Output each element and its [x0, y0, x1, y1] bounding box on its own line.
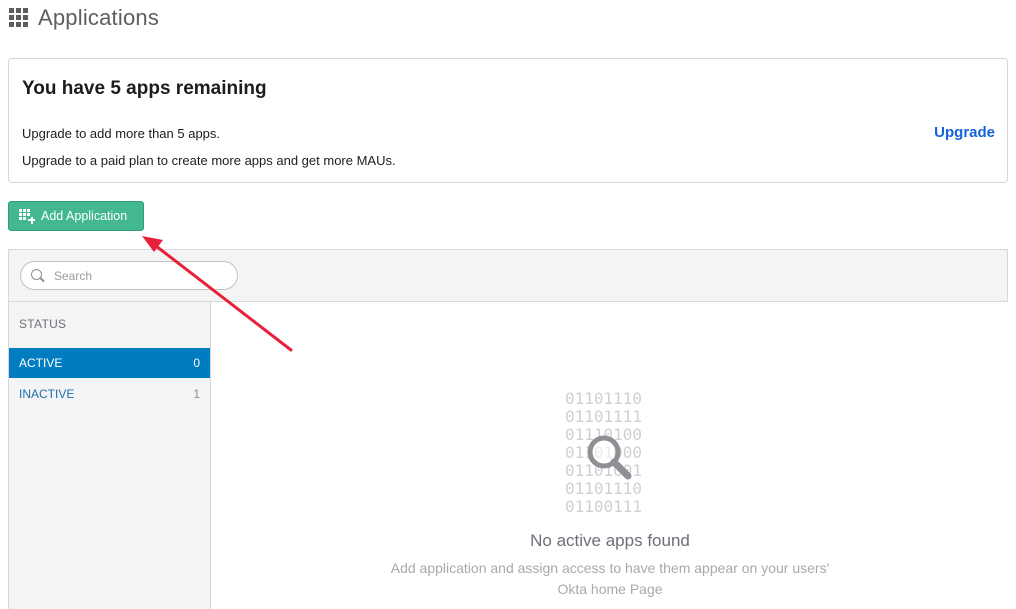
status-item-inactive[interactable]: INACTIVE 1: [9, 379, 210, 409]
search-input[interactable]: [54, 268, 214, 283]
empty-state-title: No active apps found: [530, 531, 690, 550]
notice-line-limit: Upgrade to add more than 5 apps.: [22, 126, 221, 141]
status-header: STATUS: [19, 317, 67, 331]
search-icon: [31, 268, 45, 283]
status-item-active[interactable]: ACTIVE 0: [9, 348, 210, 378]
apps-grid-icon: [9, 8, 29, 28]
status-item-count: 1: [193, 387, 200, 401]
applications-panel: STATUS ACTIVE 0 INACTIVE 1 01101110 0110…: [8, 249, 1008, 609]
search-box[interactable]: [20, 261, 238, 290]
apps-remaining-notice: You have 5 apps remaining Upgrade to add…: [8, 58, 1008, 183]
status-item-count: 0: [193, 356, 200, 370]
notice-line-plan: Upgrade to a paid plan to create more ap…: [22, 153, 396, 168]
add-application-button[interactable]: Add Application: [8, 201, 144, 231]
empty-state-description-line: Okta home Page: [557, 581, 663, 597]
upgrade-link[interactable]: Upgrade: [934, 124, 995, 141]
notice-title: You have 5 apps remaining: [22, 78, 267, 99]
status-item-label: INACTIVE: [19, 387, 75, 401]
magnifier-icon: [587, 435, 632, 480]
empty-state-description: Add application and assign access to hav…: [211, 558, 1009, 600]
binary-line: 01101111: [565, 407, 643, 426]
add-application-label: Add Application: [41, 209, 128, 223]
status-sidebar: STATUS ACTIVE 0 INACTIVE 1: [9, 301, 210, 609]
add-app-grid-icon: [19, 209, 35, 224]
empty-state-description-line: Add application and assign access to hav…: [390, 560, 830, 576]
status-item-label: ACTIVE: [19, 356, 63, 370]
binary-line: 01100111: [565, 497, 643, 516]
apps-list-area: 01101110 01101111 01110100 01101000 0110…: [210, 301, 1008, 609]
binary-line: 01101110: [565, 389, 643, 408]
page-title: Applications: [38, 5, 160, 30]
page-header: Applications: [9, 5, 159, 31]
